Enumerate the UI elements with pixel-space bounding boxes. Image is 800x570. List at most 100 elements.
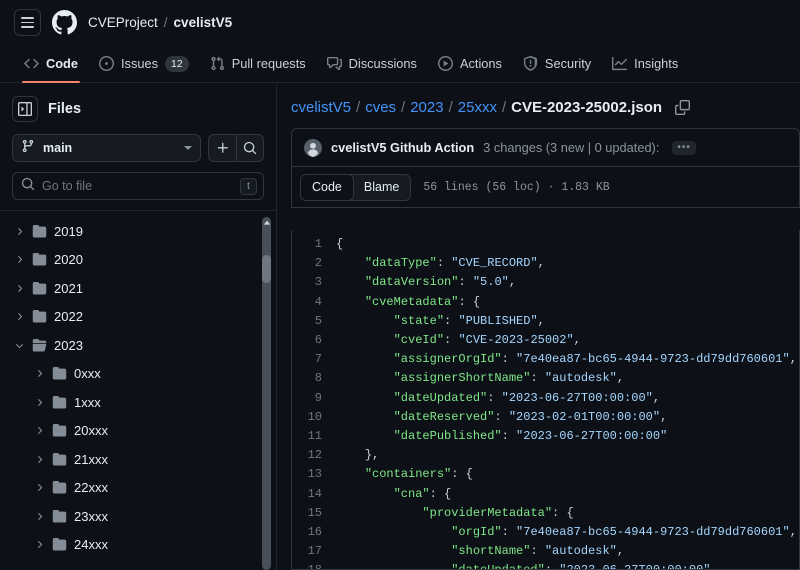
tab-discussions-label: Discussions — [348, 56, 417, 71]
github-logo-icon[interactable] — [52, 10, 77, 35]
line-number[interactable]: 17 — [292, 542, 336, 561]
breadcrumb-link-cvelistV5[interactable]: cvelistV5 — [291, 99, 351, 116]
comment-discussion-icon — [326, 56, 342, 71]
issues-count-badge: 12 — [165, 55, 189, 72]
line-number[interactable]: 11 — [292, 427, 336, 446]
breadcrumb-link-2023[interactable]: 2023 — [410, 99, 443, 116]
line-number[interactable]: 1 — [292, 235, 336, 254]
repo-nav: Code Issues 12 Pull requests Discussions — [0, 45, 800, 83]
repo-owner-link[interactable]: CVEProject — [88, 15, 158, 30]
chevron-right-icon[interactable] — [34, 425, 45, 436]
breadcrumb-link-cves[interactable]: cves — [365, 99, 396, 116]
chevron-right-icon[interactable] — [34, 454, 45, 465]
commit-author[interactable]: cvelistV5 Github Action — [331, 140, 474, 155]
avatar[interactable] — [304, 138, 322, 157]
tab-code-view[interactable]: Code — [301, 174, 354, 200]
chevron-right-icon[interactable] — [14, 283, 25, 294]
line-content: "cna": { — [393, 486, 452, 501]
chevron-right-icon[interactable] — [34, 368, 45, 379]
tab-insights[interactable]: Insights — [602, 45, 688, 82]
line-number[interactable]: 13 — [292, 465, 336, 484]
folder-icon — [52, 481, 67, 494]
files-panel-header: Files — [0, 84, 276, 130]
chevron-right-icon[interactable] — [34, 397, 45, 408]
search-files-button[interactable] — [236, 134, 264, 162]
chevron-right-icon[interactable] — [14, 226, 25, 237]
tree-item-20xxx[interactable]: 20xxx — [0, 417, 276, 446]
tab-discussions[interactable]: Discussions — [317, 45, 427, 82]
line-number[interactable]: 12 — [292, 446, 336, 465]
chevron-right-icon[interactable] — [14, 311, 25, 322]
tree-item-23xxx[interactable]: 23xxx — [0, 502, 276, 531]
repo-name-link[interactable]: cvelistV5 — [174, 15, 233, 30]
folder-open-icon — [32, 338, 47, 352]
shield-icon — [523, 56, 538, 71]
sidebar-action-buttons — [208, 134, 264, 162]
add-file-button[interactable] — [208, 134, 236, 162]
line-number[interactable]: 6 — [292, 331, 336, 350]
line-content: "cveMetadata": { — [364, 294, 481, 309]
commit-message[interactable]: 3 changes (3 new | 0 updated): — [483, 140, 659, 155]
line-content: "dateUpdated": "2023-06-27T00:00:00", — [393, 390, 661, 405]
line-number[interactable]: 18 — [292, 561, 336, 569]
tree-item-21xxx[interactable]: 21xxx — [0, 445, 276, 474]
tree-item-1xxx[interactable]: 1xxx — [0, 388, 276, 417]
chevron-right-icon[interactable] — [14, 254, 25, 265]
folder-icon — [52, 395, 67, 409]
tab-actions[interactable]: Actions — [428, 45, 512, 82]
tab-code[interactable]: Code — [14, 45, 88, 83]
line-number[interactable]: 16 — [292, 523, 336, 542]
tab-security[interactable]: Security — [513, 45, 601, 82]
tree-item-label: 24xxx — [74, 537, 108, 553]
code-line: 1{ — [292, 235, 799, 254]
line-number[interactable]: 5 — [292, 312, 336, 331]
go-to-file-placeholder: Go to file — [42, 179, 93, 193]
issue-opened-icon — [99, 56, 114, 71]
branch-selector[interactable]: main — [12, 134, 201, 162]
tree-item-22xxx[interactable]: 22xxx — [0, 474, 276, 503]
line-number[interactable]: 7 — [292, 350, 336, 369]
tree-item-label: 2020 — [54, 252, 83, 268]
graph-icon — [612, 56, 628, 71]
tree-item-2023[interactable]: 2023 — [0, 331, 276, 360]
sidebar-scrollbar-thumb[interactable] — [262, 255, 271, 283]
go-to-file-input[interactable]: Go to file t — [12, 172, 264, 200]
chevron-right-icon[interactable] — [34, 539, 45, 550]
expand-commit-message-button[interactable]: ••• — [672, 140, 696, 155]
tree-item-2021[interactable]: 2021 — [0, 274, 276, 303]
line-number[interactable]: 2 — [292, 254, 336, 273]
folder-icon — [52, 452, 67, 466]
folder-icon — [32, 281, 47, 295]
sidebar-expand-icon[interactable] — [12, 96, 38, 122]
breadcrumb-link-25xxx[interactable]: 25xxx — [458, 99, 497, 116]
chevron-down-icon[interactable] — [14, 340, 25, 351]
tab-issues[interactable]: Issues 12 — [89, 45, 199, 82]
chevron-right-icon[interactable] — [34, 511, 45, 522]
line-number[interactable]: 8 — [292, 369, 336, 388]
code-line: 10 "dateReserved": "2023-02-01T00:00:00"… — [292, 408, 799, 427]
tree-item-0xxx[interactable]: 0xxx — [0, 360, 276, 389]
code-line: 13 "containers": { — [292, 465, 799, 484]
copy-icon[interactable] — [675, 100, 691, 115]
tree-item-24xxx[interactable]: 24xxx — [0, 531, 276, 560]
line-number[interactable]: 15 — [292, 504, 336, 523]
tab-pull-requests[interactable]: Pull requests — [200, 45, 316, 82]
line-number[interactable]: 14 — [292, 485, 336, 504]
line-number[interactable]: 4 — [292, 293, 336, 312]
line-number[interactable]: 3 — [292, 273, 336, 292]
tree-item-2019[interactable]: 2019 — [0, 217, 276, 246]
folder-icon — [52, 509, 67, 523]
scroll-up-icon[interactable] — [262, 217, 271, 229]
tab-pull-requests-label: Pull requests — [231, 56, 306, 71]
line-number[interactable]: 10 — [292, 408, 336, 427]
tree-item-2020[interactable]: 2020 — [0, 246, 276, 275]
tab-blame-view[interactable]: Blame — [353, 175, 410, 200]
tree-item-2022[interactable]: 2022 — [0, 303, 276, 332]
github-code-view: CVEProject / cvelistV5 Code Issues 12 Pu — [0, 0, 800, 570]
hamburger-icon[interactable] — [14, 9, 41, 36]
git-branch-icon — [21, 139, 35, 158]
code-line: 12 }, — [292, 446, 799, 465]
chevron-right-icon[interactable] — [34, 482, 45, 493]
code-blame-toggle: Code Blame — [300, 173, 412, 201]
line-number[interactable]: 9 — [292, 389, 336, 408]
